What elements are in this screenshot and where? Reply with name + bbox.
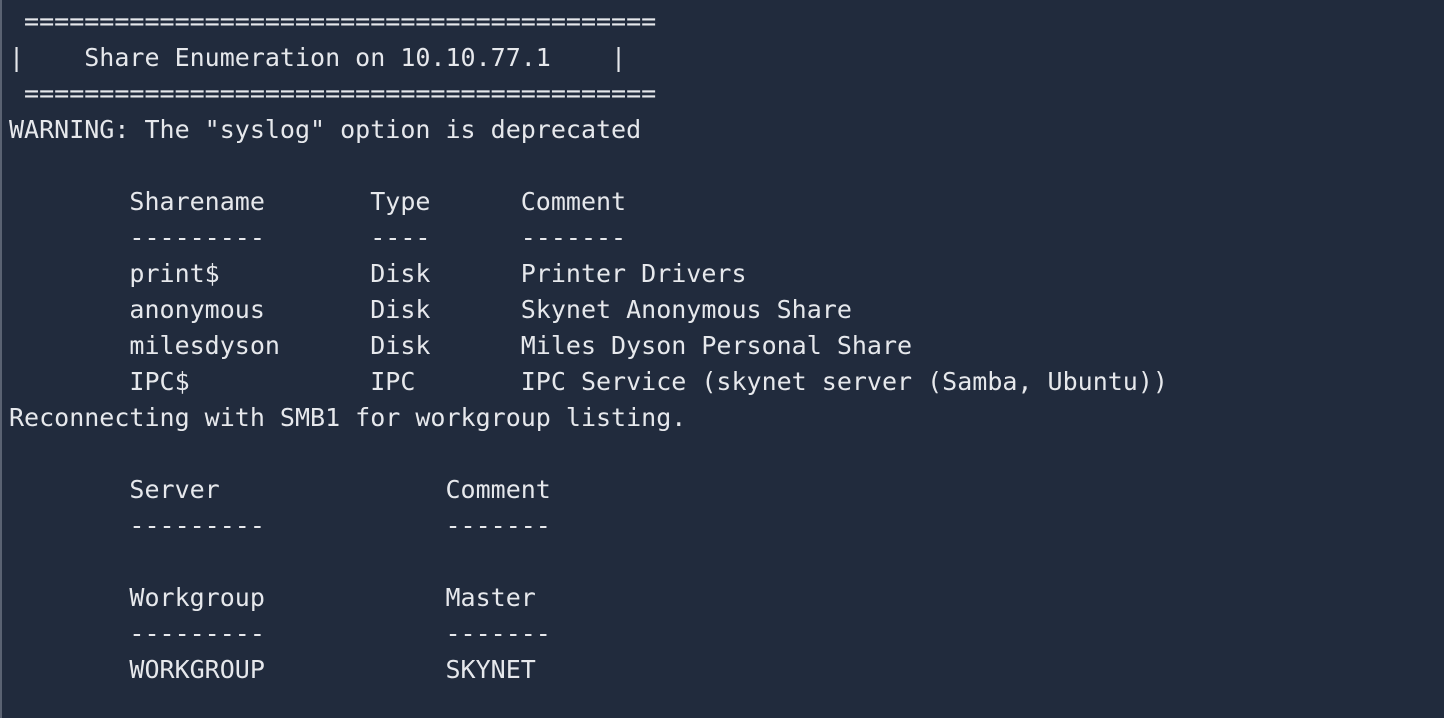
warning-line: WARNING: The "syslog" option is deprecat… bbox=[9, 115, 642, 144]
workgroup-row: WORKGROUP SKYNET bbox=[9, 655, 536, 684]
share-row: milesdyson Disk Miles Dyson Personal Sha… bbox=[9, 331, 913, 360]
share-table-separator: --------- ---- ------- bbox=[9, 223, 627, 252]
server-table-separator: --------- ------- bbox=[9, 511, 551, 540]
banner-title: | Share Enumeration on 10.10.77.1 | bbox=[9, 43, 627, 72]
share-row: print$ Disk Printer Drivers bbox=[9, 259, 747, 288]
banner-top-rule: ========================================… bbox=[9, 7, 657, 36]
terminal-window[interactable]: ========================================… bbox=[0, 0, 1444, 718]
terminal-output: ========================================… bbox=[9, 4, 1168, 688]
share-table-header: Sharename Type Comment bbox=[9, 187, 627, 216]
share-row: anonymous Disk Skynet Anonymous Share bbox=[9, 295, 852, 324]
banner-bottom-rule: ========================================… bbox=[9, 79, 657, 108]
reconnect-message: Reconnecting with SMB1 for workgroup lis… bbox=[9, 403, 687, 432]
window-border bbox=[0, 0, 2, 718]
workgroup-table-separator: --------- ------- bbox=[9, 619, 551, 648]
workgroup-table-header: Workgroup Master bbox=[9, 583, 536, 612]
share-row: IPC$ IPC IPC Service (skynet server (Sam… bbox=[9, 367, 1168, 396]
server-table-header: Server Comment bbox=[9, 475, 551, 504]
